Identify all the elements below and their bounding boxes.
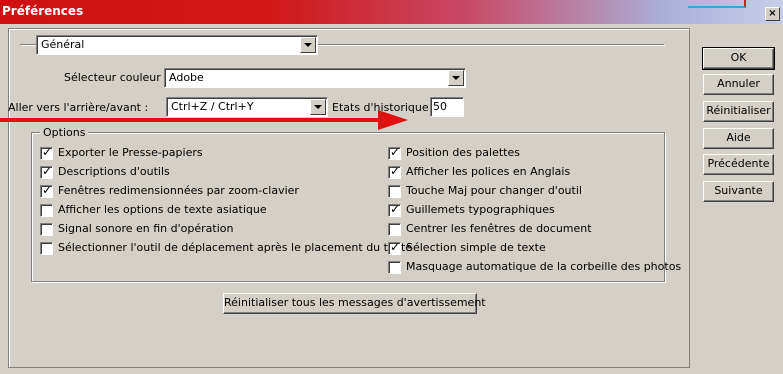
annotation-arrow-icon bbox=[0, 110, 408, 130]
preferences-dialog: Préférences × Général Sélecteur couleur … bbox=[0, 0, 783, 374]
